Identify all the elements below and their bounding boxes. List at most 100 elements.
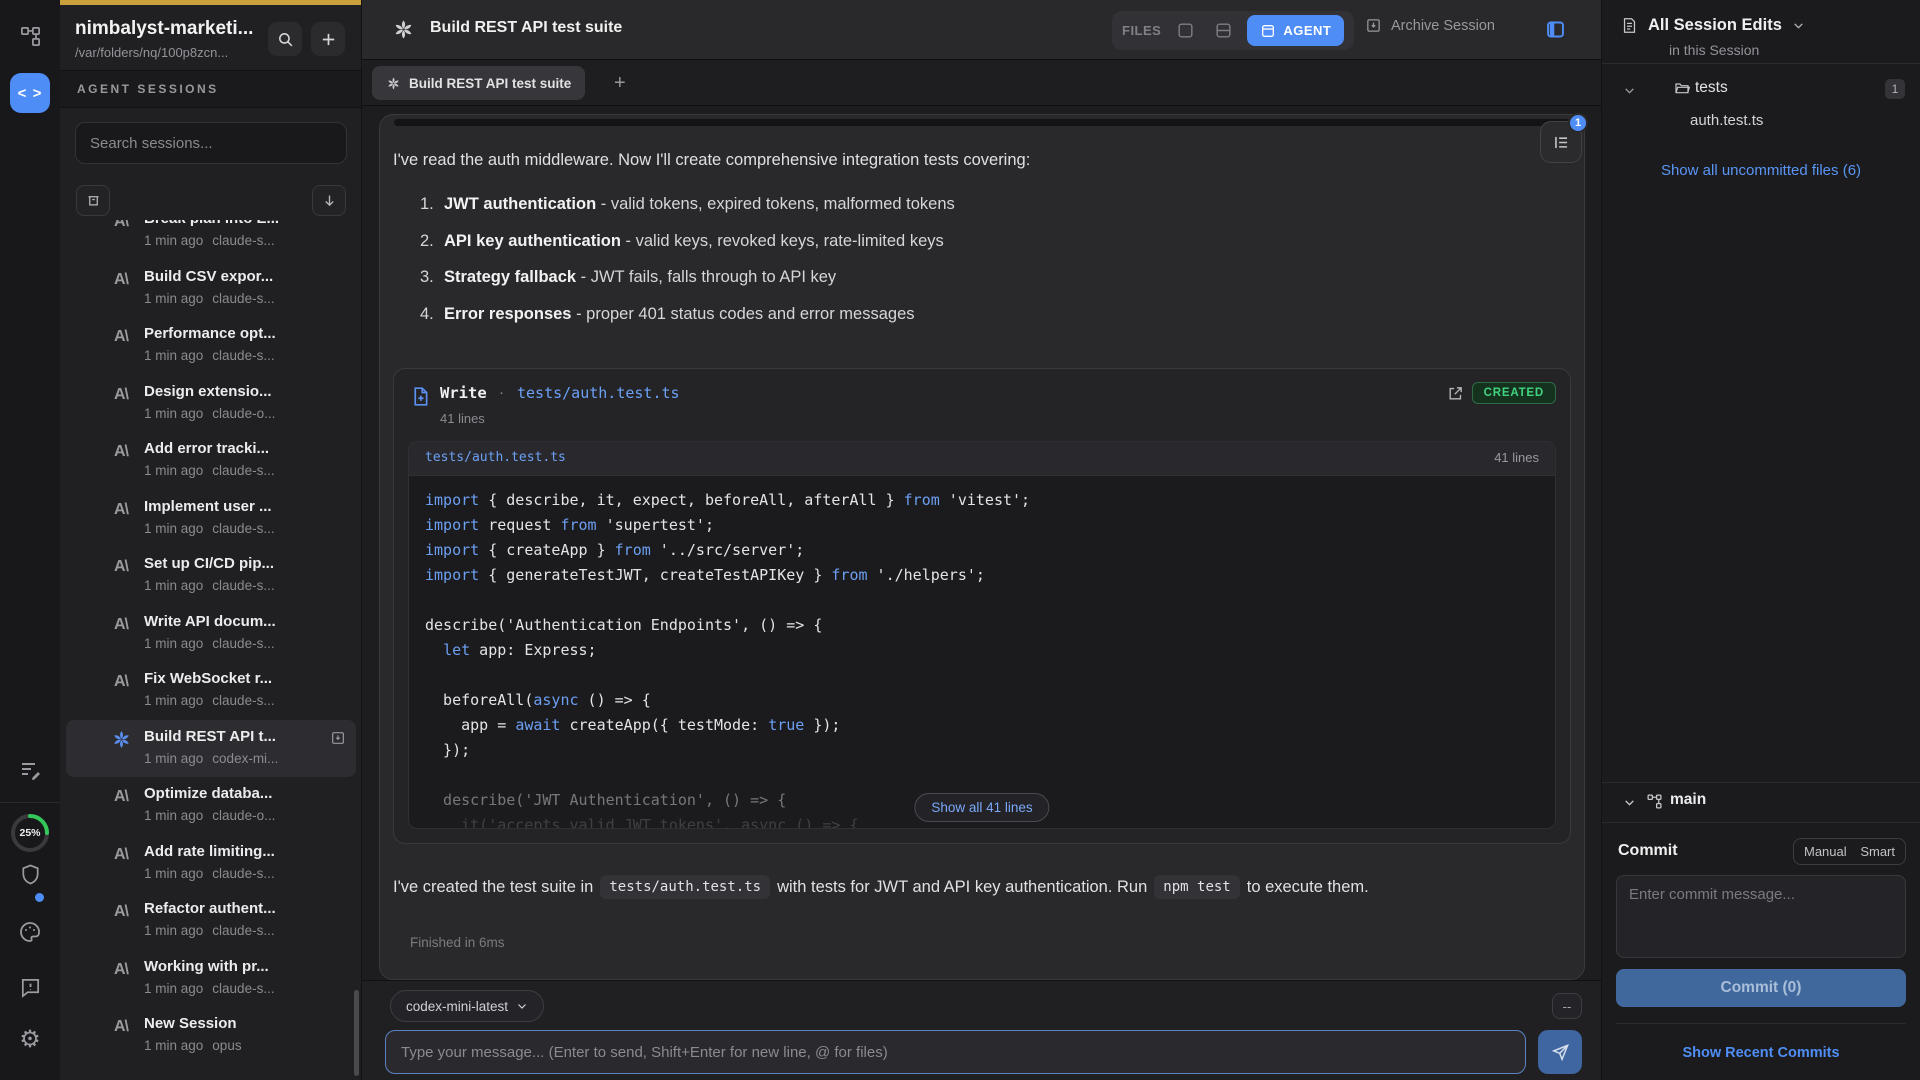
commit-button[interactable]: Commit (0) xyxy=(1616,969,1906,1007)
sidebar-scrollbar[interactable] xyxy=(354,990,359,1076)
session-provider-icon: A\ xyxy=(110,499,132,521)
code-body: import { describe, it, expect, beforeAll… xyxy=(425,488,1539,829)
sort-order-button[interactable] xyxy=(312,185,346,216)
send-icon xyxy=(1551,1043,1570,1062)
session-list-item[interactable]: A\ xyxy=(66,547,356,605)
new-session-button[interactable] xyxy=(311,22,345,56)
usage-ring[interactable]: 25% xyxy=(9,812,51,854)
finished-status: Finished in 6ms xyxy=(410,935,505,950)
session-archive-icon[interactable] xyxy=(330,730,346,746)
palette-icon[interactable] xyxy=(0,920,60,944)
session-list-item[interactable]: A\ xyxy=(66,317,356,375)
session-provider-icon: A\ xyxy=(110,384,132,406)
files-split-pane-button[interactable] xyxy=(1209,17,1237,45)
files-label: FILES xyxy=(1122,23,1161,38)
search-button[interactable] xyxy=(268,22,302,56)
feedback-icon[interactable] xyxy=(0,976,60,999)
outline-list-button[interactable]: 1 xyxy=(1540,121,1582,163)
commit-mode-switcher: Manual Smart xyxy=(1793,838,1906,865)
session-meta: 1 min agoclaude-s... xyxy=(144,693,275,708)
agent-view-button[interactable]: AGENT xyxy=(1247,15,1344,46)
tree-file-name[interactable]: auth.test.ts xyxy=(1690,112,1763,129)
session-list-item[interactable]: A\ xyxy=(66,375,356,433)
commit-section-label: Commit xyxy=(1618,842,1678,860)
session-provider-icon: A\ xyxy=(110,1016,132,1038)
shield-icon[interactable] xyxy=(0,862,60,887)
show-recent-commits-link[interactable]: Show Recent Commits xyxy=(1602,1045,1920,1061)
commit-mode-manual[interactable]: Manual xyxy=(1804,844,1847,859)
session-list-item[interactable]: A\ xyxy=(66,835,356,893)
session-list-item[interactable]: A\ xyxy=(66,777,356,835)
new-tab-button[interactable]: + xyxy=(614,71,626,95)
app-window: < > 25% xyxy=(0,0,1920,1080)
branch-name[interactable]: main xyxy=(1670,791,1706,809)
rail-divider xyxy=(0,802,60,803)
session-list-item[interactable]: A\ xyxy=(66,432,356,490)
session-meta: 1 min agoclaude-s... xyxy=(144,463,275,478)
session-list-item[interactable]: A\ xyxy=(66,1007,356,1065)
external-link-icon[interactable] xyxy=(1447,385,1464,402)
edits-panel-title[interactable]: All Session Edits xyxy=(1648,16,1782,35)
session-list-item[interactable]: A\ xyxy=(66,662,356,720)
session-title: Design extensio... xyxy=(144,383,334,400)
anthropic-logo: A\ xyxy=(114,788,128,806)
document-icon xyxy=(1621,16,1638,35)
assistant-message: I've created the test suite in tests/aut… xyxy=(393,875,1369,899)
code-file-path[interactable]: tests/auth.test.ts xyxy=(425,450,566,465)
search-sessions-input[interactable] xyxy=(75,122,347,164)
message-input[interactable] xyxy=(385,1030,1526,1074)
session-title: Performance opt... xyxy=(144,325,334,342)
code-line-count: 41 lines xyxy=(1494,450,1539,465)
session-provider-icon: A\ xyxy=(110,614,132,636)
model-selector[interactable]: codex-mini-latest xyxy=(390,990,544,1022)
show-uncommitted-link[interactable]: Show all uncommitted files (6) xyxy=(1602,162,1920,179)
session-provider-icon: A\ xyxy=(110,844,132,866)
anthropic-logo: A\ xyxy=(114,271,128,289)
chevron-down-icon[interactable] xyxy=(1792,19,1805,32)
edits-panel-subtitle: in this Session xyxy=(1669,42,1759,58)
archive-filter-button[interactable] xyxy=(76,185,110,216)
tool-file-path[interactable]: tests/auth.test.ts xyxy=(517,384,680,402)
tab-build-rest-api[interactable]: Build REST API test suite xyxy=(372,66,585,100)
workflow-icon[interactable] xyxy=(0,25,60,48)
archive-icon xyxy=(1365,17,1382,34)
chat-panel: 1 I've read the auth middleware. Now I'l… xyxy=(379,114,1585,980)
compose-icon[interactable] xyxy=(0,758,60,782)
session-list-item[interactable]: A\ xyxy=(66,950,356,1008)
tree-folder-name[interactable]: tests xyxy=(1695,79,1728,97)
agent-sessions-header: AGENT SESSIONS xyxy=(60,70,361,108)
session-provider-icon: A\ xyxy=(110,959,132,981)
session-list-item[interactable]: A\ xyxy=(66,892,356,950)
session-meta: 1 min agoclaude-o... xyxy=(144,808,275,823)
session-title: New Session xyxy=(144,1015,334,1032)
session-edits-panel: All Session Edits in this Session tests … xyxy=(1601,0,1920,1080)
chevron-down-icon xyxy=(516,1000,528,1012)
show-all-lines-button[interactable]: Show all 41 lines xyxy=(914,793,1049,822)
session-list-item[interactable]: A\ xyxy=(66,720,356,778)
session-provider-icon: A\ xyxy=(110,901,132,923)
branch-chevron-icon[interactable] xyxy=(1623,796,1636,809)
session-meta: 1 min agoclaude-s... xyxy=(144,923,275,938)
commit-message-input[interactable] xyxy=(1616,875,1906,958)
session-provider-icon: A\ xyxy=(110,441,132,463)
folder-chevron-icon[interactable] xyxy=(1623,84,1636,97)
settings-gear-icon[interactable]: ⚙ xyxy=(0,1025,60,1053)
code-sessions-button[interactable]: < > xyxy=(10,73,50,113)
archive-session-button[interactable]: Archive Session xyxy=(1365,17,1495,34)
session-title: Set up CI/CD pip... xyxy=(144,555,334,572)
session-header: Build REST API test suite FILES AGENT xyxy=(362,0,1601,60)
session-list-item[interactable]: A\ xyxy=(66,490,356,548)
usage-indicator-button[interactable]: -- xyxy=(1552,993,1582,1019)
anthropic-logo: A\ xyxy=(114,386,128,404)
session-meta: 1 min agoclaude-s... xyxy=(144,578,275,593)
session-list-item[interactable]: A\ xyxy=(66,605,356,663)
commit-mode-smart[interactable]: Smart xyxy=(1860,844,1895,859)
session-title: Add rate limiting... xyxy=(144,843,334,860)
panel-toggle-icon[interactable] xyxy=(1545,19,1566,40)
session-title-heading: Build REST API test suite xyxy=(430,19,622,37)
send-button[interactable] xyxy=(1538,1030,1582,1074)
files-single-pane-button[interactable] xyxy=(1171,17,1199,45)
folder-change-count-badge: 1 xyxy=(1885,79,1905,99)
session-list-item[interactable]: A\ xyxy=(66,220,356,260)
session-list-item[interactable]: A\ xyxy=(66,260,356,318)
